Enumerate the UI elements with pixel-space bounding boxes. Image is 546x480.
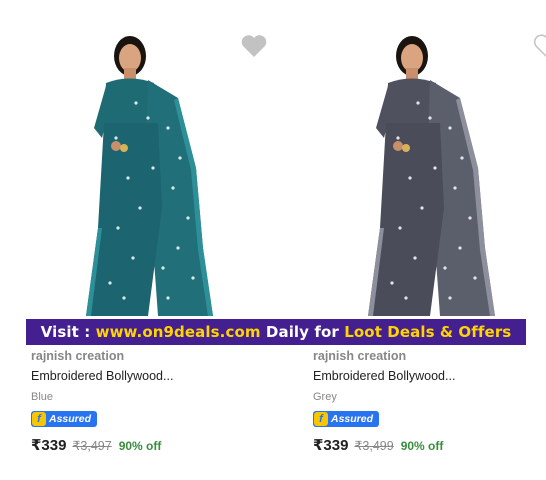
- original-price: ₹3,497: [72, 439, 112, 453]
- flipkart-logo-icon: f: [32, 412, 46, 426]
- assured-label: Assured: [49, 413, 92, 425]
- original-price: ₹3,499: [354, 439, 394, 453]
- product-variant: Blue: [31, 391, 54, 403]
- price-row: ₹339 ₹3,497 90% off: [31, 436, 161, 454]
- heart-icon: [533, 34, 546, 58]
- product-card[interactable]: rajnish creation Embroidered Bollywood..…: [310, 0, 546, 480]
- assured-badge: f Assured: [313, 411, 379, 427]
- selling-price: ₹339: [31, 437, 67, 454]
- banner-site-link[interactable]: www.on9deals.com: [96, 323, 261, 341]
- banner-middle: Daily for: [260, 323, 345, 341]
- promo-banner: Visit : www.on9deals.com Daily for Loot …: [26, 319, 526, 345]
- heart-icon: [241, 35, 267, 57]
- product-card[interactable]: rajnish creation Embroidered Bollywood..…: [28, 0, 278, 480]
- assured-label: Assured: [331, 413, 374, 425]
- wishlist-button[interactable]: [240, 34, 268, 63]
- banner-highlight: Loot Deals & Offers: [344, 323, 512, 341]
- product-image[interactable]: [28, 28, 278, 318]
- product-title[interactable]: Embroidered Bollywood...: [31, 369, 231, 383]
- product-title[interactable]: Embroidered Bollywood...: [313, 369, 513, 383]
- discount-label: 90% off: [400, 439, 444, 453]
- product-brand[interactable]: rajnish creation: [313, 349, 406, 363]
- product-variant: Grey: [313, 391, 337, 403]
- price-row: ₹339 ₹3,499 90% off: [313, 436, 443, 454]
- selling-price: ₹339: [313, 437, 349, 454]
- product-brand[interactable]: rajnish creation: [31, 349, 124, 363]
- product-image[interactable]: [310, 28, 546, 318]
- wishlist-button[interactable]: [522, 34, 546, 63]
- flipkart-logo-icon: f: [314, 412, 328, 426]
- assured-badge: f Assured: [31, 411, 97, 427]
- banner-prefix: Visit :: [40, 323, 96, 341]
- discount-label: 90% off: [118, 439, 162, 453]
